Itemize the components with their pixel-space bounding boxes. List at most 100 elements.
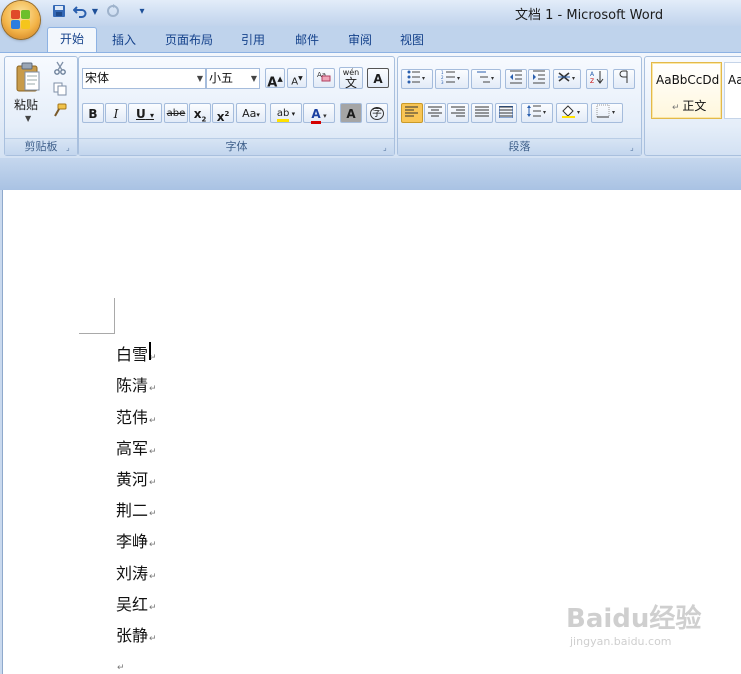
svg-text:▾: ▾	[457, 75, 460, 82]
undo-icon[interactable]	[72, 4, 88, 20]
tab-review[interactable]: 审阅	[340, 29, 380, 51]
paragraph-mark: ↵	[149, 478, 157, 488]
text-cursor	[149, 342, 151, 360]
character-border-icon: A	[373, 72, 383, 86]
undo-dropdown-icon[interactable]: ▼	[90, 4, 100, 20]
sort-button[interactable]: AZ	[586, 69, 608, 89]
copy-icon[interactable]	[51, 81, 69, 101]
style-normal[interactable]: AaBbCcDd ↵ 正文	[651, 62, 722, 119]
paragraph-mark-icon	[619, 70, 628, 83]
document-line[interactable]: 黄河↵	[116, 466, 157, 490]
font-size-combobox[interactable]: 小五 ▼	[206, 68, 260, 89]
tab-page-layout[interactable]: 页面布局	[157, 29, 221, 51]
underline-button[interactable]: U ▾	[128, 103, 162, 123]
bold-icon: B	[88, 107, 98, 121]
margin-corner-mark	[79, 333, 115, 334]
paragraph-dialog-launcher-icon[interactable]: ⌟	[630, 144, 638, 152]
distributed-icon	[498, 105, 514, 119]
save-icon[interactable]	[50, 4, 68, 20]
character-border-button[interactable]: A	[367, 68, 389, 88]
paragraph-mark: ↵	[149, 447, 157, 457]
phonetic-guide-button[interactable]: wén 文	[339, 67, 363, 89]
ribbon-bottom-strip	[0, 158, 741, 190]
phonetic-char: 文	[344, 76, 357, 90]
borders-button[interactable]: ▾	[591, 103, 623, 123]
distributed-button[interactable]	[495, 103, 517, 123]
format-painter-icon[interactable]	[51, 102, 69, 122]
numbering-button[interactable]: 1 2 3 ▾	[435, 69, 469, 89]
font-name-value: 宋体	[85, 71, 110, 85]
tab-insert[interactable]: 插入	[104, 29, 144, 51]
justify-button[interactable]	[471, 103, 493, 123]
paragraph-mark: ↵	[149, 603, 157, 613]
window-title: 文档 1 - Microsoft Word	[515, 8, 664, 23]
character-shading-icon: A	[346, 107, 356, 121]
svg-text:Z: Z	[590, 78, 594, 84]
increase-indent-icon	[533, 70, 545, 84]
watermark-logo: Baidu经验	[566, 604, 702, 634]
font-color-button[interactable]: A ▾	[303, 103, 335, 124]
text-highlight-button[interactable]: ab ▾	[270, 103, 302, 123]
underline-icon: U	[136, 107, 146, 121]
strikethrough-button[interactable]: abe	[164, 103, 188, 123]
line-spacing-button[interactable]: ▾	[521, 103, 553, 123]
enclose-characters-button[interactable]: 字	[366, 103, 388, 123]
multilevel-list-button[interactable]: ▾	[471, 69, 501, 89]
chinese-layout-button[interactable]: ▾	[553, 69, 581, 89]
decrease-indent-button[interactable]	[505, 69, 527, 89]
grow-font-button[interactable]: A▲	[265, 68, 285, 90]
office-button[interactable]	[2, 1, 40, 39]
font-dialog-launcher-icon[interactable]: ⌟	[383, 144, 391, 152]
customize-qat-icon[interactable]: ▾	[136, 4, 148, 20]
font-size-value: 小五	[209, 71, 234, 85]
svg-text:▾: ▾	[612, 109, 615, 116]
cut-icon[interactable]	[51, 60, 69, 80]
redo-icon[interactable]	[104, 4, 122, 20]
character-shading-button[interactable]: A	[340, 103, 362, 123]
decrease-indent-icon	[510, 70, 522, 84]
tab-references[interactable]: 引用	[233, 29, 273, 51]
document-line[interactable]: 范伟↵	[116, 404, 157, 428]
align-right-icon	[451, 106, 465, 117]
justify-icon	[475, 106, 489, 117]
shading-button[interactable]: ▾	[556, 103, 588, 123]
document-line[interactable]: 吴红↵	[116, 591, 157, 615]
paste-icon	[16, 62, 40, 92]
bullets-button[interactable]: ▾	[401, 69, 433, 89]
clear-formatting-button[interactable]: Aa	[313, 68, 335, 88]
document-line[interactable]: 刘涛↵	[116, 560, 157, 584]
paste-dropdown-icon[interactable]: ▼	[25, 114, 31, 123]
align-right-button[interactable]	[447, 103, 469, 123]
shrink-font-button[interactable]: A▼	[287, 68, 307, 88]
font-name-combobox[interactable]: 宋体 ▼	[82, 68, 206, 89]
tab-mailings[interactable]: 邮件	[287, 29, 327, 51]
align-center-button[interactable]	[424, 103, 446, 123]
bullets-icon: ▾	[407, 70, 425, 84]
tab-view[interactable]: 视图	[392, 29, 432, 51]
increase-indent-button[interactable]	[528, 69, 550, 89]
align-left-button[interactable]	[401, 103, 423, 123]
paragraph-mark: ↵	[117, 663, 125, 673]
svg-text:▾: ▾	[491, 75, 494, 82]
style-no-spacing[interactable]: Aa	[724, 62, 741, 119]
paste-button[interactable]: 粘贴 ▼	[8, 60, 48, 130]
subscript-button[interactable]: x2	[189, 103, 211, 123]
bold-button[interactable]: B	[82, 103, 104, 123]
dialog-launcher-icon[interactable]: ⌟	[66, 144, 74, 152]
document-line[interactable]: 李峥↵	[116, 528, 157, 552]
superscript-button[interactable]: x2	[212, 103, 234, 124]
tab-home[interactable]: 开始	[47, 27, 97, 53]
document-line[interactable]: 张静↵	[116, 622, 157, 646]
chinese-layout-icon: ▾	[558, 72, 575, 82]
document-line[interactable]: 荆二↵	[116, 497, 157, 521]
document-line[interactable]: 高军↵	[116, 435, 157, 459]
chevron-down-icon: ▼	[250, 74, 257, 83]
clear-formatting-icon: Aa	[317, 71, 331, 82]
show-marks-button[interactable]	[613, 69, 635, 89]
paragraph-mark: ↵	[149, 572, 157, 582]
office-logo-icon	[11, 10, 31, 30]
italic-button[interactable]: I	[105, 103, 127, 123]
document-line[interactable]: ↵	[116, 655, 125, 674]
document-line[interactable]: 陈清↵	[116, 372, 157, 396]
change-case-button[interactable]: Aa▾	[236, 103, 266, 123]
